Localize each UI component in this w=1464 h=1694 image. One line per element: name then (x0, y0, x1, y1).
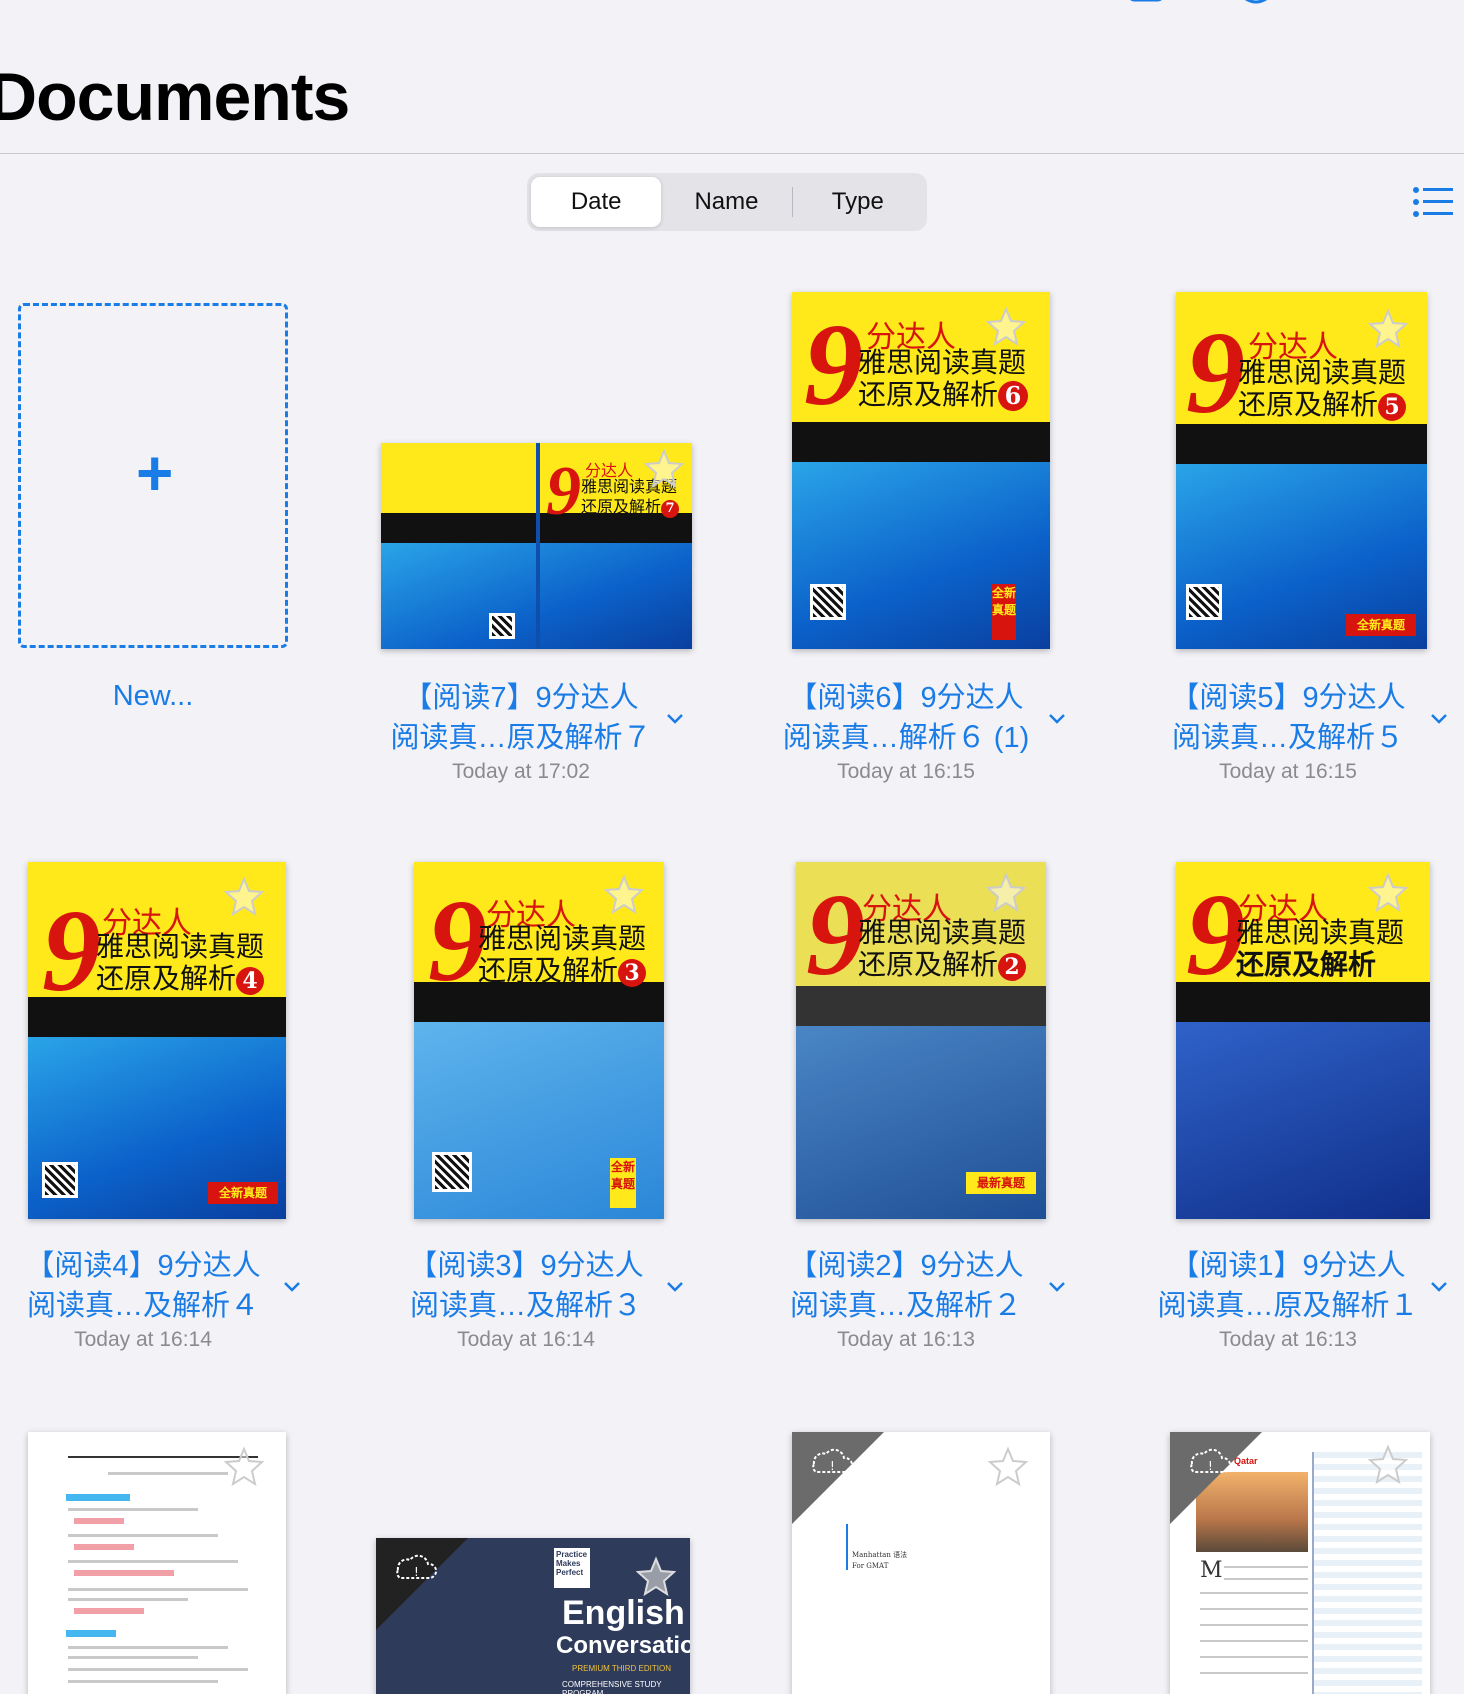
document-date: Today at 16:13 (837, 1328, 975, 1351)
book-cover: 9 分达人 雅思阅读真题 还原及解析 2 最新真题 (796, 862, 1046, 1219)
book-cover: 9 分达人 雅思阅读真题 还原及解析 (1176, 862, 1430, 1219)
chevron-down-icon[interactable] (1048, 712, 1066, 724)
document-name-line2: 阅读真…及解析３ (409, 1290, 642, 1322)
favorite-star-icon[interactable] (603, 874, 645, 915)
favorite-star-icon[interactable] (223, 1446, 265, 1487)
chevron-down-icon[interactable] (283, 1280, 301, 1292)
document-caption[interactable]: 【阅读6】9分达人 阅读真…解析６ (1) Today at 16:15 (726, 678, 1086, 786)
book-cover: 9 分达人 雅思阅读真题 还原及解析 3 全新真题 (414, 862, 664, 1219)
document-date: Today at 16:13 (1219, 1328, 1357, 1351)
document-date: Today at 16:15 (1219, 760, 1357, 783)
document-thumbnail-reading2[interactable]: 9 分达人 雅思阅读真题 还原及解析 2 最新真题 (796, 862, 1046, 1219)
favorite-star-icon[interactable] (985, 306, 1027, 347)
list-view-icon[interactable] (1412, 186, 1456, 220)
favorite-star-icon[interactable] (1367, 308, 1409, 349)
document-badge-icon[interactable] (1124, 0, 1168, 18)
document-name-line2: 阅读真…原及解析７ (390, 722, 652, 754)
document-caption[interactable]: 【阅读7】9分达人 阅读真…原及解析７ Today at 17:02 (341, 678, 701, 786)
top-toolbar (0, 0, 1464, 40)
document-caption[interactable]: 【阅读5】9分达人 阅读真…及解析５ Today at 16:15 (1108, 678, 1464, 786)
document-thumbnail-reading3[interactable]: 9 分达人 雅思阅读真题 还原及解析 3 全新真题 (414, 862, 664, 1219)
sort-by-name[interactable]: Name (661, 177, 791, 227)
svg-text:!: ! (1208, 1459, 1213, 1473)
document-name-line2: 阅读真…及解析２ (789, 1290, 1022, 1322)
check-circle-icon[interactable] (1344, 0, 1388, 18)
sort-segmented-control: Date Name Type (527, 173, 927, 231)
document-name-line1: 【阅读2】9分达人 (788, 1250, 1024, 1282)
document-date: Today at 16:15 (837, 760, 975, 783)
chevron-down-icon[interactable] (1430, 1280, 1448, 1292)
document-name-line2: 阅读真…及解析５ (1171, 722, 1404, 754)
document-name-line2: 阅读真…解析６ (1) (782, 722, 1030, 754)
cloud-download-icon[interactable]: ! (792, 1432, 884, 1524)
plus-icon: + (136, 437, 174, 509)
chevron-down-icon[interactable] (1430, 712, 1448, 724)
document-date: Today at 17:02 (452, 760, 590, 783)
favorite-star-icon[interactable] (635, 1556, 677, 1597)
document-name-line1: 【阅读4】9分达人 (25, 1250, 261, 1282)
svg-text:!: ! (414, 1565, 419, 1579)
bell-icon[interactable] (1234, 0, 1278, 18)
favorite-star-icon[interactable] (1367, 1444, 1409, 1485)
page-title: Documents (0, 59, 350, 135)
document-date: Today at 16:14 (457, 1328, 595, 1351)
document-caption[interactable]: 【阅读1】9分达人 阅读真…原及解析１ Today at 16:13 (1108, 1246, 1464, 1354)
sort-by-type[interactable]: Type (793, 177, 923, 227)
document-date: Today at 16:14 (74, 1328, 212, 1351)
favorite-star-icon[interactable] (1367, 872, 1409, 913)
document-thumbnail-reading1[interactable]: 9 分达人 雅思阅读真题 还原及解析 (1176, 862, 1430, 1219)
document-name-line2: 阅读真…原及解析１ (1157, 1290, 1419, 1322)
cloud-download-icon[interactable]: ! (1170, 1432, 1262, 1524)
sort-by-date[interactable]: Date (531, 177, 662, 227)
document-name-line1: 【阅读3】9分达人 (408, 1250, 644, 1282)
document-caption[interactable]: 【阅读3】9分达人 阅读真…及解析３ Today at 16:14 (346, 1246, 706, 1354)
document-name-line1: 【阅读1】9分达人 (1170, 1250, 1406, 1282)
chevron-down-icon[interactable] (1048, 1280, 1066, 1292)
svg-text:!: ! (830, 1459, 835, 1473)
document-name-line2: 阅读真…及解析４ (26, 1290, 259, 1322)
document-name-line1: 【阅读7】9分达人 (403, 682, 639, 714)
document-name-line1: 【阅读5】9分达人 (1170, 682, 1406, 714)
document-caption[interactable]: 【阅读2】9分达人 阅读真…及解析２ Today at 16:13 (726, 1246, 1086, 1354)
chevron-down-icon[interactable] (666, 712, 684, 724)
document-name-line1: 【阅读6】9分达人 (788, 682, 1024, 714)
chevron-down-icon[interactable] (666, 1280, 684, 1292)
new-document-button[interactable]: + (18, 303, 288, 648)
favorite-star-icon[interactable] (987, 1446, 1029, 1487)
cloud-download-icon[interactable]: ! (376, 1538, 468, 1630)
favorite-star-icon[interactable] (985, 872, 1027, 913)
new-document-label[interactable]: New... (18, 680, 288, 713)
favorite-star-icon[interactable] (223, 876, 265, 917)
document-caption[interactable]: 【阅读4】9分达人 阅读真…及解析４ Today at 16:14 (0, 1246, 323, 1354)
header-divider (0, 153, 1464, 154)
more-icon[interactable] (1444, 0, 1464, 18)
favorite-star-icon[interactable] (643, 448, 685, 489)
